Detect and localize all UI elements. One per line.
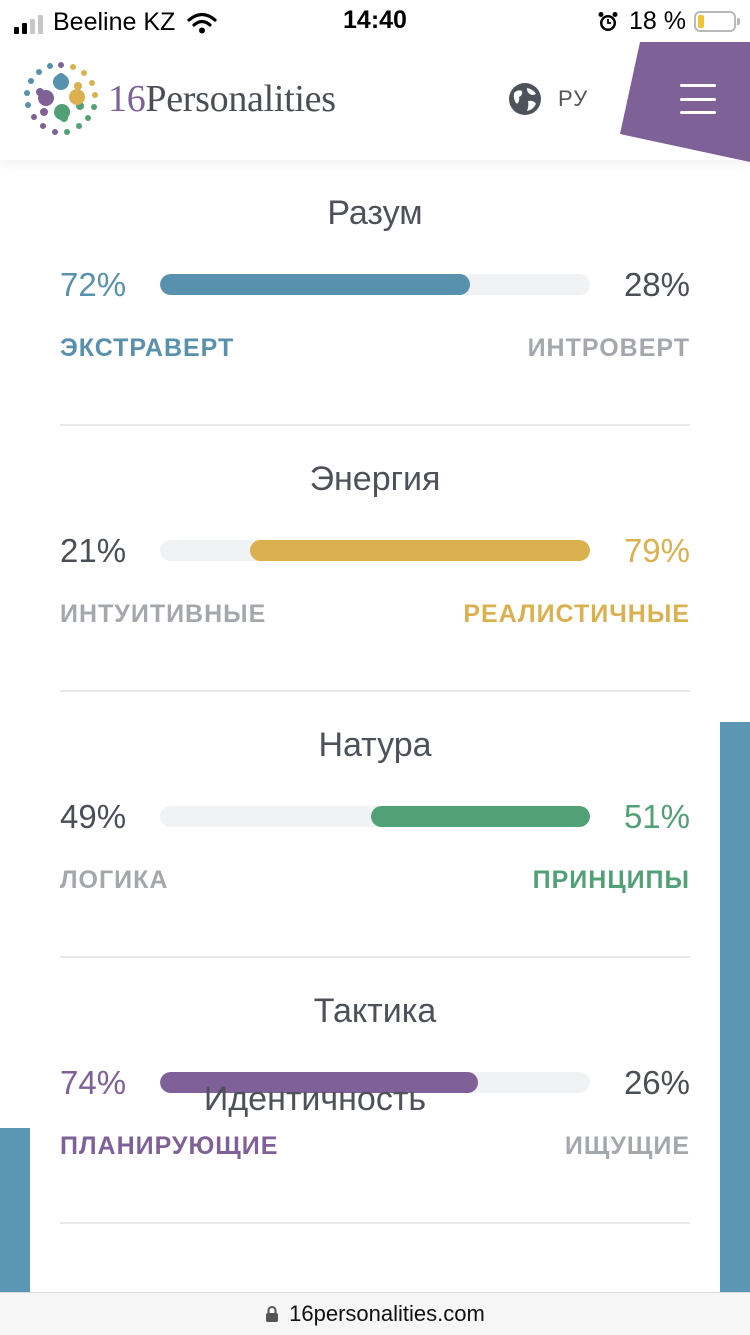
logo-word: Personalities xyxy=(145,78,336,120)
language-switcher[interactable]: РУ xyxy=(508,82,588,116)
trait-right-label: РЕАЛИСТИЧНЫЕ xyxy=(463,600,690,628)
url-text: 16personalities.com xyxy=(289,1301,485,1326)
personality-traits: Разум 72% 28% ЭКСТРАВЕРТ ИНТРОВЕРТ Энергия 21%… xyxy=(60,160,690,1224)
decorative-blue-band-left xyxy=(0,1128,30,1298)
trait-title: Разум xyxy=(327,194,423,232)
trait-right-percent: 51% xyxy=(623,798,690,835)
site-logo[interactable]: 16Personalities xyxy=(22,60,336,138)
lock-icon xyxy=(266,1306,279,1322)
logo-mark-icon xyxy=(24,62,98,135)
trait-bar-fill xyxy=(371,806,590,827)
trait-title: Тактика xyxy=(313,992,437,1030)
trait-bar xyxy=(160,274,590,295)
trait-left-percent: 72% xyxy=(60,266,127,303)
status-bar-right: 18 % xyxy=(597,7,740,36)
trait-bar xyxy=(160,806,590,827)
status-bar: Beeline KZ 14:40 18 % xyxy=(0,0,750,42)
globe-icon xyxy=(509,83,541,115)
trait-row: Энергия 21% 79% ИНТУИТИВНЫЕ РЕАЛИСТИЧНЫЕ xyxy=(60,426,690,692)
trait-left-label: ЭКСТРАВЕРТ xyxy=(60,334,235,362)
trait-right-percent: 26% xyxy=(623,1064,690,1101)
language-label: РУ xyxy=(558,86,589,111)
trait-right-label: ПРИНЦИПЫ xyxy=(532,866,690,894)
logo-text: 16Personalities xyxy=(108,77,336,121)
trait-bar-fill xyxy=(250,540,590,561)
trait-title: Натура xyxy=(318,726,432,764)
decorative-blue-band-right xyxy=(718,722,750,1292)
trait-left-label: ПЛАНИРУЮЩИЕ xyxy=(60,1132,279,1160)
battery-level xyxy=(698,15,704,28)
trait-left-percent: 21% xyxy=(60,532,127,569)
trait-left-percent: 49% xyxy=(60,798,127,835)
trait-bar-fill xyxy=(160,274,470,295)
battery-icon xyxy=(694,11,740,32)
logo-number: 16 xyxy=(108,78,146,120)
site-header: 16Personalities РУ xyxy=(0,42,750,162)
section-title-identity: Идентичность xyxy=(203,1080,427,1118)
trait-row: Натура 49% 51% ЛОГИКА ПРИНЦИПЫ xyxy=(60,692,690,958)
battery-percent: 18 % xyxy=(629,7,686,35)
browser-url-bar[interactable]: 16personalities.com xyxy=(0,1292,750,1335)
trait-left-label: ЛОГИКА xyxy=(60,866,169,894)
trait-right-label: ИНТРОВЕРТ xyxy=(527,334,690,362)
trait-row: Разум 72% 28% ЭКСТРАВЕРТ ИНТРОВЕРТ xyxy=(60,160,690,426)
trait-right-label: ИЩУЩИЕ xyxy=(564,1132,690,1160)
trait-bar xyxy=(160,540,590,561)
trait-left-label: ИНТУИТИВНЫЕ xyxy=(60,600,267,628)
trait-title: Энергия xyxy=(309,460,441,498)
trait-right-percent: 79% xyxy=(623,532,690,569)
trait-right-percent: 28% xyxy=(623,266,690,303)
alarm-clock-icon xyxy=(598,11,618,31)
hamburger-menu-icon xyxy=(680,84,716,114)
